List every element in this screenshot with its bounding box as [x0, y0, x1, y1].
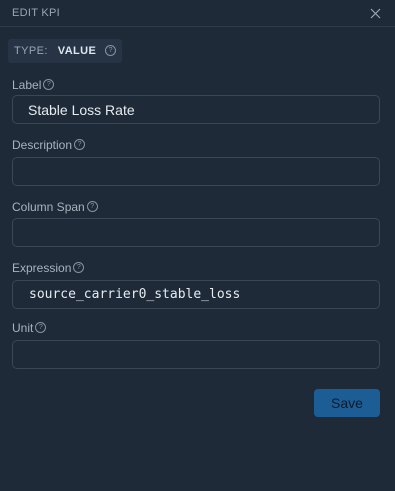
help-icon[interactable]: ? [86, 201, 98, 213]
close-icon[interactable] [368, 6, 382, 20]
description-field-label-text: Description [12, 138, 73, 152]
description-input[interactable] [12, 157, 380, 186]
expression-field-label: Expression? [12, 261, 85, 275]
label-field-label: Label? [12, 78, 55, 92]
unit-input[interactable] [12, 340, 380, 369]
panel-title: EDIT KPI [12, 7, 61, 19]
help-icon[interactable]: ? [105, 44, 117, 56]
panel-header: EDIT KPI [0, 0, 395, 27]
help-icon[interactable]: ? [43, 79, 55, 91]
help-icon[interactable]: ? [35, 322, 47, 334]
description-field-label: Description? [12, 138, 86, 152]
column-span-field-label: Column Span? [12, 200, 98, 214]
label-field-label-text: Label [12, 78, 42, 92]
unit-field-label: Unit? [12, 321, 47, 335]
label-input[interactable]: Stable Loss Rate [12, 95, 380, 124]
type-key: TYPE: [14, 45, 48, 57]
expression-input[interactable]: source_carrier0_stable_loss [12, 280, 380, 309]
column-span-input[interactable] [12, 218, 380, 247]
type-badge: TYPE: VALUE ? [8, 39, 123, 63]
edit-kpi-panel: EDIT KPI TYPE: VALUE ? Label? Stable Los… [0, 0, 395, 491]
help-icon[interactable]: ? [73, 262, 85, 274]
help-icon[interactable]: ? [74, 139, 86, 151]
save-button[interactable]: Save [314, 389, 380, 417]
unit-field-label-text: Unit [12, 321, 34, 335]
expression-field-label-text: Expression [12, 261, 72, 275]
column-span-field-label-text: Column Span [12, 200, 85, 214]
type-value: VALUE [57, 45, 97, 57]
